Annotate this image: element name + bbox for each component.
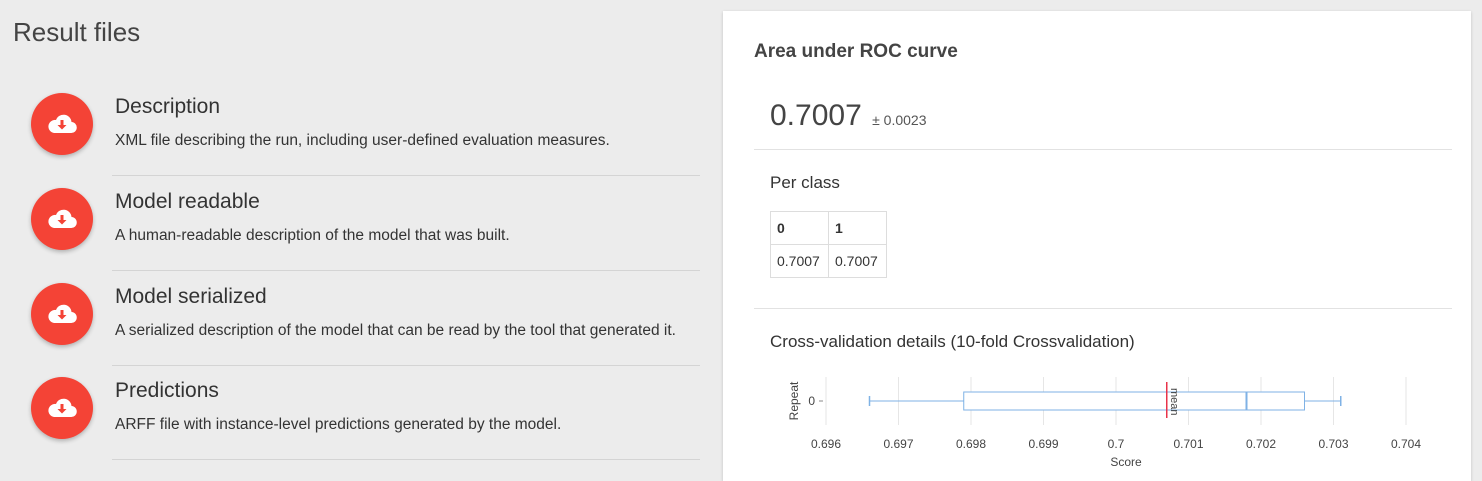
x-tick-label: 0.698 (956, 437, 986, 451)
per-class-label: Per class (770, 173, 840, 192)
mean-label: mean (1168, 388, 1180, 416)
file-name[interactable]: Predictions (115, 379, 219, 403)
cloud-download-icon (48, 114, 77, 134)
divider (112, 175, 700, 176)
auc-value: 0.7007 (770, 99, 862, 132)
file-name[interactable]: Model serialized (115, 285, 267, 309)
y-tick-label: 0 (808, 394, 815, 408)
cloud-download-icon (48, 304, 77, 324)
file-description: A human-readable description of the mode… (115, 227, 510, 244)
file-description: ARFF file with instance-level prediction… (115, 416, 562, 433)
file-name[interactable]: Model readable (115, 190, 260, 214)
per-class-table: 0 1 0.7007 0.7007 (770, 211, 887, 278)
file-item-model-serialized: Model serialized A serialized descriptio… (0, 283, 700, 378)
file-name[interactable]: Description (115, 95, 220, 119)
divider (112, 459, 700, 460)
cloud-download-icon (48, 209, 77, 229)
box-iqr (963, 391, 1305, 411)
cloud-download-icon (48, 398, 77, 418)
y-axis-label: Repeat (787, 381, 801, 420)
file-item-predictions: Predictions ARFF file with instance-leve… (0, 377, 700, 466)
file-item-model-readable: Model readable A human-readable descript… (0, 188, 700, 283)
table-row: 0.7007 0.7007 (770, 244, 887, 278)
file-item-description: Description XML file describing the run,… (0, 93, 700, 188)
table-header-cell: 1 (828, 211, 887, 245)
file-description: A serialized description of the model th… (115, 322, 676, 339)
divider (754, 308, 1452, 309)
divider (112, 365, 700, 366)
table-header-cell: 0 (770, 211, 829, 245)
result-files-title: Result files (13, 17, 141, 47)
x-tick-label: 0.7 (1108, 437, 1125, 451)
x-tick-label: 0.699 (1028, 437, 1058, 451)
card-title: Area under ROC curve (754, 41, 958, 62)
result-files-panel: Result files Description XML file descri… (0, 0, 710, 466)
x-tick-label: 0.697 (883, 437, 913, 451)
auc-error: ± 0.0023 (872, 112, 927, 128)
x-tick-label: 0.703 (1318, 437, 1348, 451)
table-cell: 0.7007 (828, 244, 887, 278)
cv-box-plot: 0.696 0.697 0.698 0.699 0.7 0.701 0.702 0.703 0.… (787, 377, 1421, 467)
table-cell: 0.7007 (770, 244, 829, 278)
x-tick-label: 0.702 (1246, 437, 1276, 451)
download-description-button[interactable] (31, 93, 93, 155)
auc-card: Area under ROC curve 0.7007 ± 0.0023 Per… (723, 11, 1471, 481)
x-tick-label: 0.701 (1173, 437, 1203, 451)
x-tick-label: 0.696 (811, 437, 841, 451)
download-model-readable-button[interactable] (31, 188, 93, 250)
file-description: XML file describing the run, including u… (115, 132, 610, 149)
x-tick-label: 0.704 (1391, 437, 1421, 451)
table-header-row: 0 1 (770, 211, 887, 245)
download-model-serialized-button[interactable] (31, 283, 93, 345)
divider (112, 270, 700, 271)
x-axis-label: Score (1110, 455, 1142, 467)
download-predictions-button[interactable] (31, 377, 93, 439)
auc-value-row: 0.7007 ± 0.0023 (770, 99, 927, 133)
cv-details-label: Cross-validation details (10-fold Crossv… (770, 332, 1135, 351)
divider (754, 149, 1452, 150)
